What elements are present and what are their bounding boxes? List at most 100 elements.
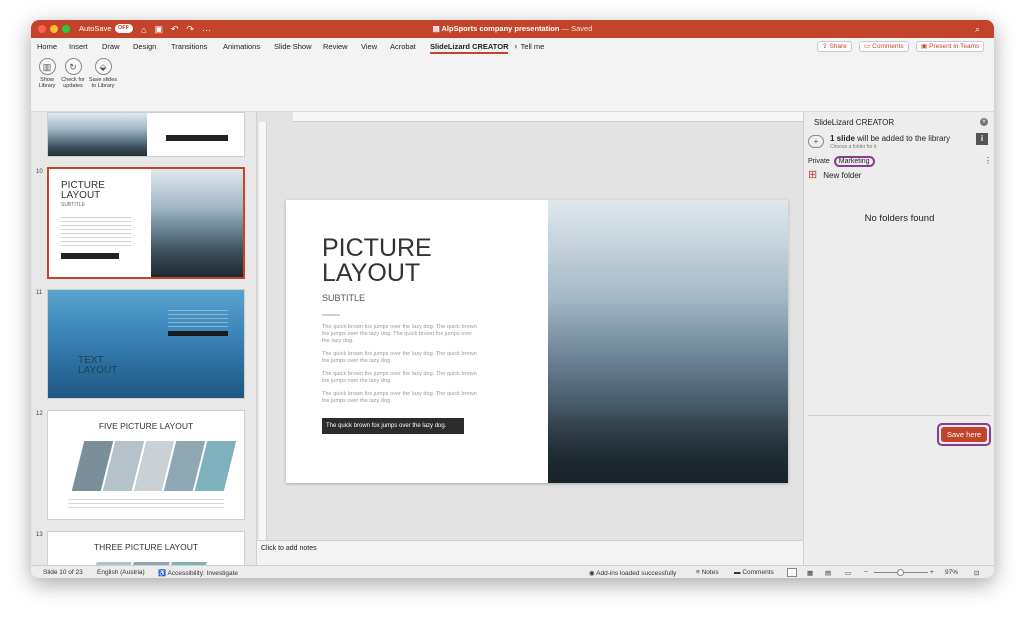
tab-view[interactable]: View — [361, 42, 377, 51]
thumbnail-callout — [61, 253, 119, 259]
new-folder-button[interactable]: ⊞ New folder — [808, 169, 862, 181]
accessibility-icon: ♿ — [158, 570, 167, 577]
tab-slidelizard-creator[interactable]: SlideLizard CREATOR — [430, 42, 509, 54]
notes-toggle[interactable]: ≡ Notes — [696, 569, 719, 576]
tab-acrobat[interactable]: Acrobat — [390, 42, 416, 51]
slide-title-line-2: LAYOUT — [322, 259, 421, 287]
slidelizard-panel: SlideLizard CREATOR × + 1 slide will be … — [803, 112, 994, 565]
tab-animations[interactable]: Animations — [223, 42, 260, 51]
horizontal-ruler — [293, 112, 803, 122]
tab-design[interactable]: Design — [133, 42, 156, 51]
notes-pane[interactable]: Click to add notes — [257, 540, 803, 565]
check-updates-label: Check for updates — [61, 77, 85, 89]
notes-icon: ≡ — [696, 569, 700, 576]
slide-number: 13 — [36, 532, 43, 538]
zoom-level[interactable]: 97% — [945, 569, 958, 576]
reading-view-icon[interactable]: ▤ — [825, 569, 831, 577]
slide-thumbnail-12[interactable]: FIVE PICTURE LAYOUT — [47, 410, 245, 520]
document-icon: ▤ — [432, 24, 440, 33]
save-slides-button[interactable]: ⬙ Save slides to Library — [87, 58, 119, 89]
cloud-upload-icon: + — [808, 135, 824, 148]
more-options-icon[interactable]: ⋮ — [984, 156, 992, 165]
ribbon-toolbar: ▥ Show Library ↻ Check for updates ⬙ Sav… — [31, 55, 994, 112]
body-paragraph: The quick brown fox jumps over the lazy … — [322, 324, 477, 344]
fit-to-window-icon[interactable]: ⊡ — [974, 569, 979, 577]
comments-toggle[interactable]: ▬ Comments — [734, 569, 774, 576]
folder-breadcrumb: Private Marketing — [808, 156, 875, 167]
add-count-rest: will be added to the library — [857, 134, 951, 143]
title-bar: AutoSave OFF ⌂ ▣ ↶ ↷ ··· ▤ AlpSports com… — [31, 20, 994, 38]
comments-label: Comments — [872, 43, 904, 50]
add-count-bold: 1 slide — [830, 134, 855, 143]
language-indicator[interactable]: English (Austria) — [97, 569, 145, 576]
current-slide[interactable]: PICTURE LAYOUT SUBTITLE The quick brown … — [286, 200, 788, 483]
check-updates-button[interactable]: ↻ Check for updates — [57, 58, 89, 89]
slide-sorter-icon[interactable]: ▦ — [807, 569, 813, 577]
thumbnail-text-lines — [168, 310, 228, 330]
addins-icon: ◉ — [589, 570, 595, 577]
body-paragraph: The quick brown fox jumps over the lazy … — [322, 391, 477, 404]
slide-number: 11 — [36, 290, 43, 296]
refresh-icon: ↻ — [64, 58, 82, 75]
save-here-button[interactable]: Save here — [941, 427, 988, 442]
thumbnail-image — [48, 113, 147, 156]
notes-toggle-label: Notes — [701, 569, 719, 576]
vertical-ruler — [259, 122, 267, 540]
lightbulb-icon: ♀ — [513, 42, 519, 51]
slide-thumbnail-10[interactable]: PICTURE LAYOUT SUBTITLE — [47, 167, 245, 279]
tab-insert[interactable]: Insert — [69, 42, 88, 51]
thumbnail-image-strip — [71, 441, 237, 491]
slide-callout-box[interactable]: The quick brown fox jumps over the lazy … — [322, 418, 464, 434]
slide-thumbnail-11[interactable]: TEXT LAYOUT — [47, 289, 245, 399]
accessibility-status[interactable]: ♿ Accessibility: Investigate — [158, 569, 238, 577]
zoom-slider-thumb[interactable] — [897, 569, 904, 576]
tab-draw[interactable]: Draw — [102, 42, 120, 51]
tell-me-label: Tell me — [520, 42, 545, 51]
close-icon[interactable]: × — [980, 118, 988, 126]
document-title: ▤ AlpSports company presentation — Saved — [31, 24, 994, 33]
info-icon[interactable]: i — [976, 133, 988, 145]
zoom-out-icon[interactable]: − — [864, 569, 868, 576]
tab-home[interactable]: Home — [37, 42, 57, 51]
powerpoint-window: AutoSave OFF ⌂ ▣ ↶ ↷ ··· ▤ AlpSports com… — [31, 20, 994, 578]
panel-title: SlideLizard CREATOR — [814, 118, 895, 127]
slideshow-icon[interactable]: ▭ — [845, 569, 851, 577]
search-icon[interactable]: ⌕ — [975, 24, 980, 35]
save-to-library-icon: ⬙ — [94, 58, 112, 75]
saved-status: — Saved — [561, 24, 593, 33]
slide-editor-canvas[interactable]: PICTURE LAYOUT SUBTITLE The quick brown … — [257, 112, 803, 540]
panel-divider — [808, 415, 991, 416]
thumbnail-title: FIVE PICTURE LAYOUT — [98, 421, 194, 431]
zoom-in-icon[interactable]: + — [930, 569, 934, 576]
tell-me-field[interactable]: ♀ Tell me — [513, 42, 544, 51]
tab-review[interactable]: Review — [323, 42, 348, 51]
slide-thumbnails-pane[interactable]: 10 PICTURE LAYOUT SUBTITLE 11 TEXT LAYOU… — [31, 112, 257, 565]
addins-status: ◉ Add-ins loaded successfully — [589, 569, 676, 577]
comments-toggle-label: Comments — [742, 569, 774, 576]
slide-thumbnail-13[interactable]: THREE PICTURE LAYOUT — [47, 531, 245, 565]
share-icon: ⇪ — [822, 43, 828, 50]
comment-icon: ▭ — [864, 43, 871, 50]
new-folder-label: New folder — [823, 170, 862, 180]
share-button[interactable]: ⇪ Share — [817, 41, 852, 52]
slide-body-text[interactable]: The quick brown fox jumps over the lazy … — [322, 324, 480, 405]
slide-subtitle[interactable]: SUBTITLE — [322, 293, 365, 303]
normal-view-button[interactable] — [787, 568, 797, 577]
tab-slide-show[interactable]: Slide Show — [274, 42, 312, 51]
slide-title[interactable]: PICTURE LAYOUT — [322, 236, 432, 286]
choose-folder-hint: Choose a folder for it — [830, 144, 877, 150]
new-folder-icon: ⊞ — [808, 169, 818, 181]
thumbnail-text-lines — [68, 499, 224, 511]
comments-button[interactable]: ▭ Comments — [859, 41, 909, 52]
tab-transitions[interactable]: Transitions — [171, 42, 207, 51]
slide-landscape-image[interactable] — [548, 200, 788, 483]
body-paragraph: The quick brown fox jumps over the lazy … — [322, 371, 477, 384]
breadcrumb-private[interactable]: Private — [808, 158, 830, 165]
image-foreground-shade — [548, 413, 788, 483]
thumbnail-title: PICTURE LAYOUT — [61, 180, 105, 201]
slide-number: 12 — [36, 411, 43, 417]
present-in-teams-button[interactable]: ▣ Present in Teams — [916, 41, 985, 52]
slide-thumbnail-9[interactable] — [47, 112, 245, 157]
breadcrumb-marketing[interactable]: Marketing — [833, 156, 875, 167]
empty-folders-message: No folders found — [864, 213, 935, 224]
